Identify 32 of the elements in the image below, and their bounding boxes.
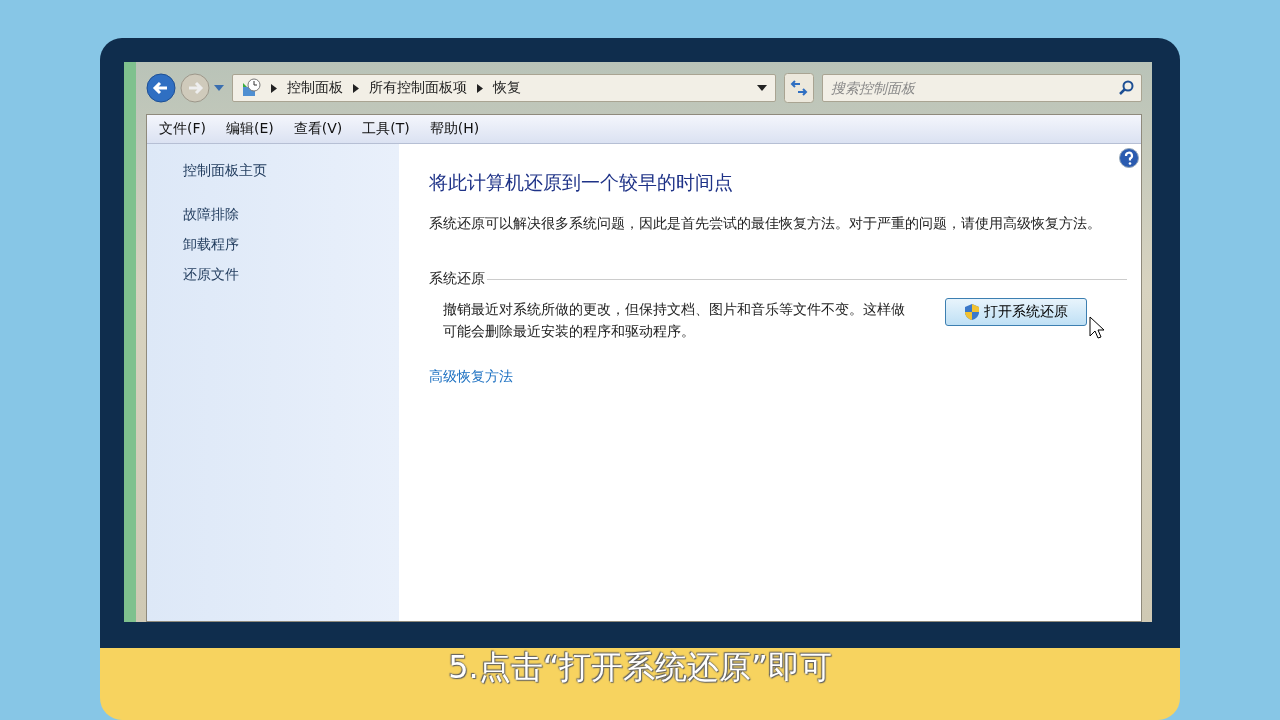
dropdown-icon[interactable] xyxy=(757,85,767,91)
menu-item[interactable]: 帮助(H) xyxy=(429,120,480,138)
chevron-icon xyxy=(353,83,359,93)
section-description: 撤销最近对系统所做的更改，但保持文档、图片和音乐等文件不变。这样做可能会删除最近安装的程序和驱动程序。 xyxy=(443,300,905,341)
breadcrumb-item[interactable]: 所有控制面板项 xyxy=(369,79,467,97)
section-heading: 系统还原 xyxy=(429,270,485,288)
menu-item[interactable]: 工具(T) xyxy=(362,120,410,138)
sidebar-link[interactable]: 故障排除 xyxy=(183,206,399,224)
address-bar[interactable]: 控制面板 所有控制面板项 恢复 xyxy=(232,74,776,102)
shield-icon xyxy=(964,303,980,321)
sidebar-link[interactable]: 卸载程序 xyxy=(183,236,399,254)
intro-text: 系统还原可以解决很多系统问题，因此是首先尝试的最佳恢复方法。对于严重的问题，请使用高级恢复方法。 xyxy=(429,214,1102,233)
open-system-restore-button[interactable]: 打开系统还原 xyxy=(945,298,1087,326)
help-icon[interactable] xyxy=(1119,148,1139,168)
chevron-icon xyxy=(271,83,277,93)
sidebar-link[interactable]: 还原文件 xyxy=(183,266,399,284)
menu-item[interactable]: 查看(V) xyxy=(293,120,343,138)
menu-item[interactable]: 文件(F) xyxy=(159,120,206,138)
sidebar-link[interactable]: 控制面板主页 xyxy=(183,162,399,180)
breadcrumb-item[interactable]: 控制面板 xyxy=(287,79,343,97)
page-title: 将此计算机还原到一个较早的时间点 xyxy=(429,170,734,195)
search-icon xyxy=(1118,80,1134,96)
refresh-button[interactable] xyxy=(784,73,814,103)
advanced-recovery-link[interactable]: 高级恢复方法 xyxy=(429,368,513,386)
chevron-icon xyxy=(477,83,483,93)
breadcrumb-item[interactable]: 恢复 xyxy=(493,79,521,97)
back-button[interactable] xyxy=(146,73,176,103)
menu-item[interactable]: 编辑(E) xyxy=(226,120,274,138)
control-panel-icon xyxy=(241,78,261,98)
caption-text: 5.点击“打开系统还原”即可 xyxy=(448,648,832,688)
search-field[interactable]: 搜索控制面板 xyxy=(822,74,1142,102)
cursor-icon xyxy=(1089,316,1105,340)
